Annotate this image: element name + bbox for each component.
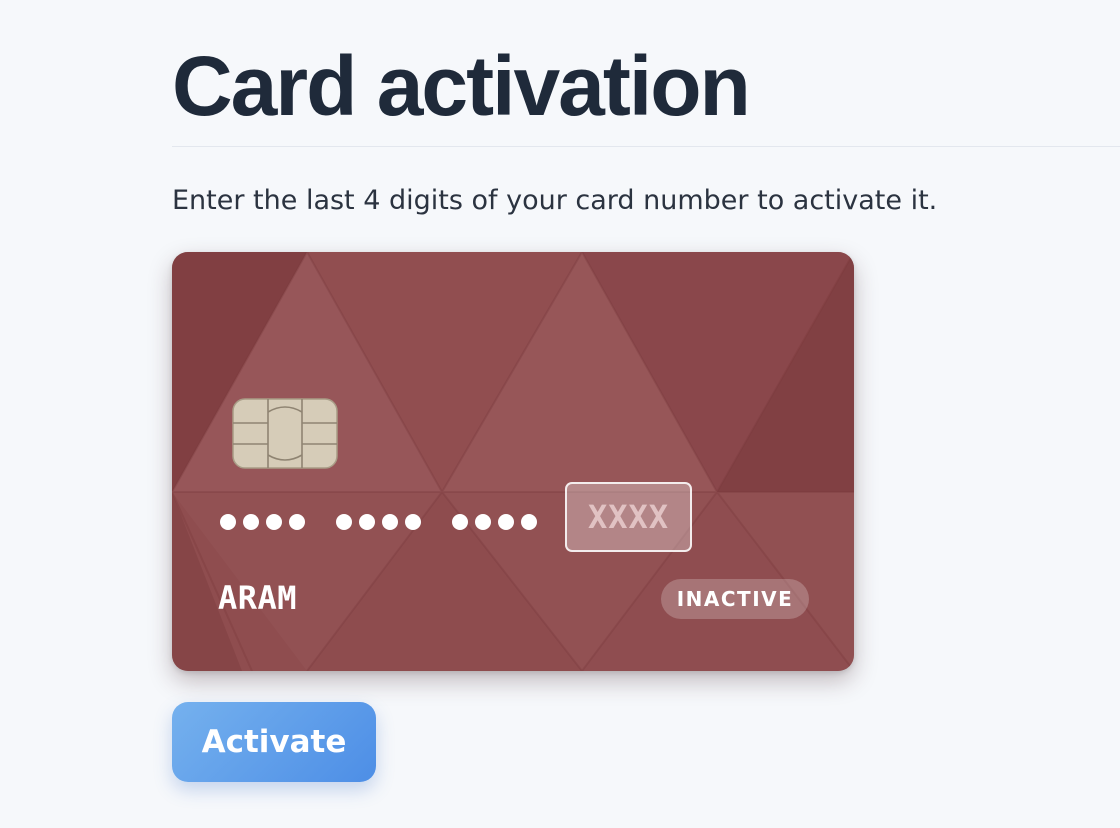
masked-digit-group xyxy=(452,514,537,530)
activate-button[interactable]: Activate xyxy=(172,702,376,782)
masked-card-number xyxy=(220,504,568,540)
credit-card: ARAM INACTIVE xyxy=(172,252,854,671)
instructions-text: Enter the last 4 digits of your card num… xyxy=(172,185,938,216)
masked-digit-dot xyxy=(405,514,421,530)
card-chip-icon xyxy=(232,398,338,469)
page-title: Card activation xyxy=(172,39,751,133)
cardholder-name: ARAM xyxy=(218,579,298,617)
activation-page: Card activation Enter the last 4 digits … xyxy=(0,0,1120,828)
masked-digit-group xyxy=(220,514,305,530)
masked-digit-dot xyxy=(498,514,514,530)
masked-digit-dot xyxy=(266,514,282,530)
masked-digit-dot xyxy=(382,514,398,530)
status-badge: INACTIVE xyxy=(661,579,809,619)
masked-digit-dot xyxy=(452,514,468,530)
masked-digit-dot xyxy=(243,514,259,530)
masked-digit-dot xyxy=(475,514,491,530)
last-four-digits-input[interactable] xyxy=(565,482,692,552)
masked-digit-dot xyxy=(521,514,537,530)
title-divider xyxy=(172,146,1120,147)
masked-digit-dot xyxy=(359,514,375,530)
masked-digit-group xyxy=(336,514,421,530)
masked-digit-dot xyxy=(220,514,236,530)
masked-digit-dot xyxy=(289,514,305,530)
masked-digit-dot xyxy=(336,514,352,530)
